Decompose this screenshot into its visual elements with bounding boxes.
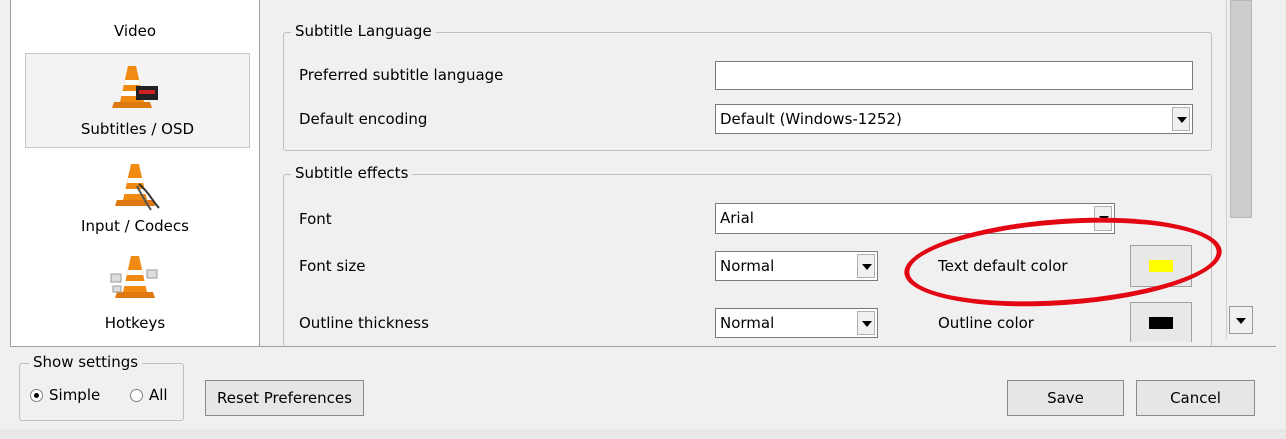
sidebar-item-input-codecs[interactable]: Input / Codecs <box>11 156 259 246</box>
cancel-button[interactable]: Cancel <box>1136 380 1255 416</box>
sidebar-item-label: Input / Codecs <box>81 217 189 235</box>
show-settings-title: Show settings <box>29 353 143 371</box>
chevron-down-icon[interactable] <box>1172 107 1190 131</box>
outline-color-label: Outline color <box>938 314 1034 332</box>
bottom-divider <box>10 346 1276 347</box>
sidebar-item-label: Subtitles / OSD <box>80 120 195 138</box>
sidebar-item-label: Video <box>113 22 157 40</box>
vlc-hotkeys-cone-icon <box>110 256 158 298</box>
simple-radio[interactable] <box>30 389 43 402</box>
sidebar-item-hotkeys[interactable]: Hotkeys <box>11 250 259 342</box>
outline-color-button[interactable] <box>1130 302 1192 342</box>
text-default-color-button[interactable] <box>1130 245 1192 287</box>
simple-radio-label[interactable]: Simple <box>49 386 100 404</box>
subtitle-effects-title: Subtitle effects <box>291 164 413 182</box>
preferred-subtitle-language-label: Preferred subtitle language <box>299 66 504 84</box>
outline-thickness-select[interactable]: Normal <box>715 308 878 338</box>
sidebar-item-label: Hotkeys <box>104 314 166 332</box>
vlc-input-codecs-cone-icon <box>115 164 160 211</box>
window-bottom-edge <box>0 429 1286 439</box>
sidebar-item-video[interactable]: Video <box>11 0 259 48</box>
default-encoding-select[interactable]: Default (Windows-1252) <box>715 104 1193 134</box>
category-sidebar: Video Subtitles / OSD Input / Codecs Hot… <box>10 0 260 347</box>
outline-thickness-label: Outline thickness <box>299 314 429 332</box>
text-default-color-label: Text default color <box>938 257 1068 275</box>
font-size-select[interactable]: Normal <box>715 251 878 281</box>
scroll-down-arrow-icon[interactable] <box>1229 306 1253 334</box>
font-size-value: Normal <box>720 257 775 275</box>
preferred-subtitle-language-input[interactable] <box>715 61 1193 90</box>
default-encoding-label: Default encoding <box>299 110 428 128</box>
vlc-video-cone-icon <box>123 0 149 10</box>
font-value: Arial <box>720 209 754 227</box>
chevron-down-icon[interactable] <box>857 254 875 278</box>
font-select[interactable]: Arial <box>715 203 1115 234</box>
chevron-down-icon[interactable] <box>857 311 875 335</box>
settings-scrollbar[interactable] <box>1226 0 1257 338</box>
subtitle-language-title: Subtitle Language <box>291 22 436 40</box>
all-radio-label[interactable]: All <box>149 386 168 404</box>
font-label: Font <box>299 210 332 228</box>
font-size-label: Font size <box>299 257 366 275</box>
chevron-down-icon[interactable] <box>1094 206 1112 231</box>
outline-thickness-value: Normal <box>720 314 775 332</box>
vlc-subtitles-cone-icon <box>112 66 158 108</box>
text-color-swatch <box>1149 260 1173 272</box>
outline-color-swatch <box>1149 317 1173 329</box>
save-button[interactable]: Save <box>1007 380 1124 416</box>
all-radio[interactable] <box>130 389 143 402</box>
reset-preferences-button[interactable]: Reset Preferences <box>205 380 364 416</box>
sidebar-item-subtitles-osd[interactable]: Subtitles / OSD <box>25 53 250 148</box>
default-encoding-value: Default (Windows-1252) <box>720 110 902 128</box>
scrollbar-thumb[interactable] <box>1230 0 1252 218</box>
